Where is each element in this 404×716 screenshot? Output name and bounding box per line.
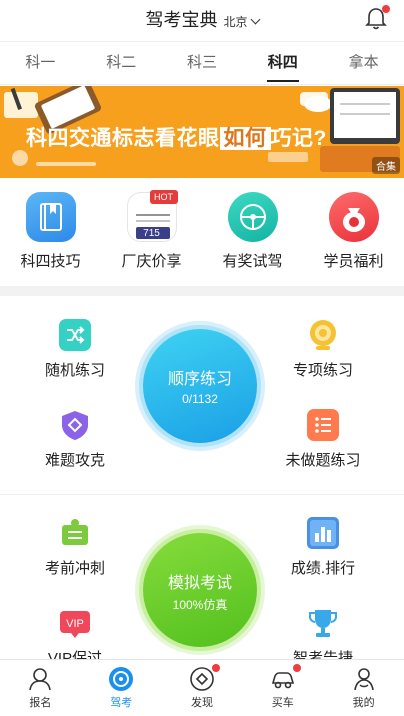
practice-panel: 随机练习 专项练习 难题攻克 未做题练习 顺序练习 0/1132 考前冲刺 成绩… bbox=[0, 297, 404, 667]
app-header: 驾考宝典 北京 bbox=[0, 0, 404, 40]
undone-practice[interactable]: 未做题练习 bbox=[268, 409, 378, 470]
list-icon bbox=[307, 409, 339, 441]
signup-icon bbox=[29, 668, 52, 691]
mock-exam-button[interactable]: 模拟考试 100%仿真 bbox=[143, 533, 257, 647]
nav-drive[interactable]: 驾考 bbox=[81, 660, 162, 716]
promo-banner[interactable]: 科四交通标志看花眼 如何 巧记? 合集 bbox=[0, 86, 404, 178]
promo-number: 715 bbox=[143, 228, 160, 239]
practice-divider bbox=[0, 494, 404, 495]
banner-text-highlight: 如何 bbox=[219, 127, 271, 150]
nav-notification-dot bbox=[211, 664, 220, 672]
quick-action-label: 厂庆价享 bbox=[121, 253, 182, 270]
car-icon bbox=[271, 672, 294, 689]
quick-action-label: 学员福利 bbox=[323, 253, 384, 270]
quick-action-test-drive[interactable]: 有奖试驾 bbox=[202, 180, 303, 284]
bell-icon[interactable] bbox=[364, 5, 390, 32]
nav-label: 买车 bbox=[271, 697, 294, 709]
bar-chart-icon bbox=[307, 517, 339, 549]
banner-headline: 科四交通标志看花眼 如何 巧记? bbox=[26, 122, 327, 152]
header-title-area: 驾考宝典 北京 bbox=[0, 6, 404, 32]
nav-profile[interactable]: 我的 bbox=[323, 660, 404, 716]
nav-label: 发现 bbox=[190, 697, 213, 709]
book-icon bbox=[25, 192, 76, 242]
target-icon bbox=[307, 319, 339, 351]
nav-discover[interactable]: 发现 bbox=[162, 660, 243, 716]
quick-actions: 科四技巧 HOT 715 厂庆价享 有奖试驾 学员福利 bbox=[0, 180, 404, 284]
banner-collection-tag: 合集 bbox=[372, 157, 400, 174]
section-separator bbox=[0, 286, 404, 296]
practice-label: 随机练习 bbox=[44, 362, 105, 379]
svg-text:VIP: VIP bbox=[66, 618, 84, 630]
hard-questions[interactable]: 难题攻克 bbox=[20, 409, 130, 470]
sprint-book-icon bbox=[59, 517, 91, 549]
tab-ke-san[interactable]: 科三 bbox=[162, 42, 243, 84]
discover-icon bbox=[190, 667, 214, 691]
chevron-down-icon bbox=[250, 14, 260, 25]
pre-exam-sprint[interactable]: 考前冲刺 bbox=[20, 517, 130, 578]
practice-label: 未做题练习 bbox=[285, 452, 361, 469]
quick-action-tips[interactable]: 科四技巧 bbox=[0, 180, 101, 284]
nav-signup[interactable]: 报名 bbox=[0, 660, 81, 716]
sequential-practice-progress: 0/1132 bbox=[182, 392, 218, 406]
notification-dot bbox=[382, 5, 390, 13]
random-practice[interactable]: 随机练习 bbox=[20, 319, 130, 380]
practice-label: 考前冲刺 bbox=[44, 560, 105, 577]
sequential-practice-title: 顺序练习 bbox=[167, 371, 232, 388]
nav-notification-dot bbox=[292, 664, 301, 672]
quick-action-label: 有奖试驾 bbox=[222, 253, 283, 270]
practice-label: 专项练习 bbox=[292, 362, 353, 379]
tab-ke-si[interactable]: 科四 bbox=[242, 42, 323, 84]
sequential-practice-button[interactable]: 顺序练习 0/1132 bbox=[143, 329, 257, 443]
mock-exam-subtitle: 100%仿真 bbox=[172, 598, 228, 612]
subject-tabs: 科一 科二 科三 科四 拿本 bbox=[0, 41, 404, 85]
steering-wheel-icon bbox=[227, 192, 278, 242]
profile-icon bbox=[353, 668, 374, 691]
nav-label: 报名 bbox=[29, 697, 52, 709]
tab-na-ben[interactable]: 拿本 bbox=[323, 42, 404, 84]
page-title: 驾考宝典 bbox=[145, 10, 218, 30]
drive-icon bbox=[109, 667, 134, 691]
quick-action-label: 科四技巧 bbox=[20, 253, 81, 270]
vip-icon: VIP bbox=[59, 607, 91, 639]
hot-badge-text: HOT bbox=[154, 192, 173, 202]
quick-action-anniversary[interactable]: HOT 715 厂庆价享 bbox=[101, 180, 202, 284]
practice-label: 难题攻克 bbox=[44, 452, 105, 469]
score-ranking[interactable]: 成绩.排行 bbox=[268, 517, 378, 578]
mock-exam-title: 模拟考试 bbox=[167, 575, 232, 592]
practice-label: 成绩.排行 bbox=[290, 560, 356, 577]
shield-icon bbox=[59, 409, 91, 441]
city-label: 北京 bbox=[223, 15, 248, 29]
tab-ke-er[interactable]: 科二 bbox=[81, 42, 162, 84]
money-bag-icon bbox=[328, 192, 379, 242]
special-practice[interactable]: 专项练习 bbox=[268, 319, 378, 380]
quick-action-welfare[interactable]: 学员福利 bbox=[303, 180, 404, 284]
trophy-icon bbox=[307, 607, 339, 639]
nav-label: 驾考 bbox=[110, 697, 133, 709]
nav-label: 我的 bbox=[352, 697, 375, 709]
bottom-navigation: 报名 驾考 发现 买车 我的 bbox=[0, 659, 404, 716]
banner-text-part1: 科四交通标志看花眼 bbox=[26, 127, 220, 150]
tab-ke-yi[interactable]: 科一 bbox=[0, 42, 81, 84]
banner-text-part2: 巧记? bbox=[270, 127, 327, 150]
nav-buy-car[interactable]: 买车 bbox=[242, 660, 323, 716]
city-selector[interactable]: 北京 bbox=[223, 14, 260, 29]
shuffle-icon bbox=[59, 319, 91, 351]
